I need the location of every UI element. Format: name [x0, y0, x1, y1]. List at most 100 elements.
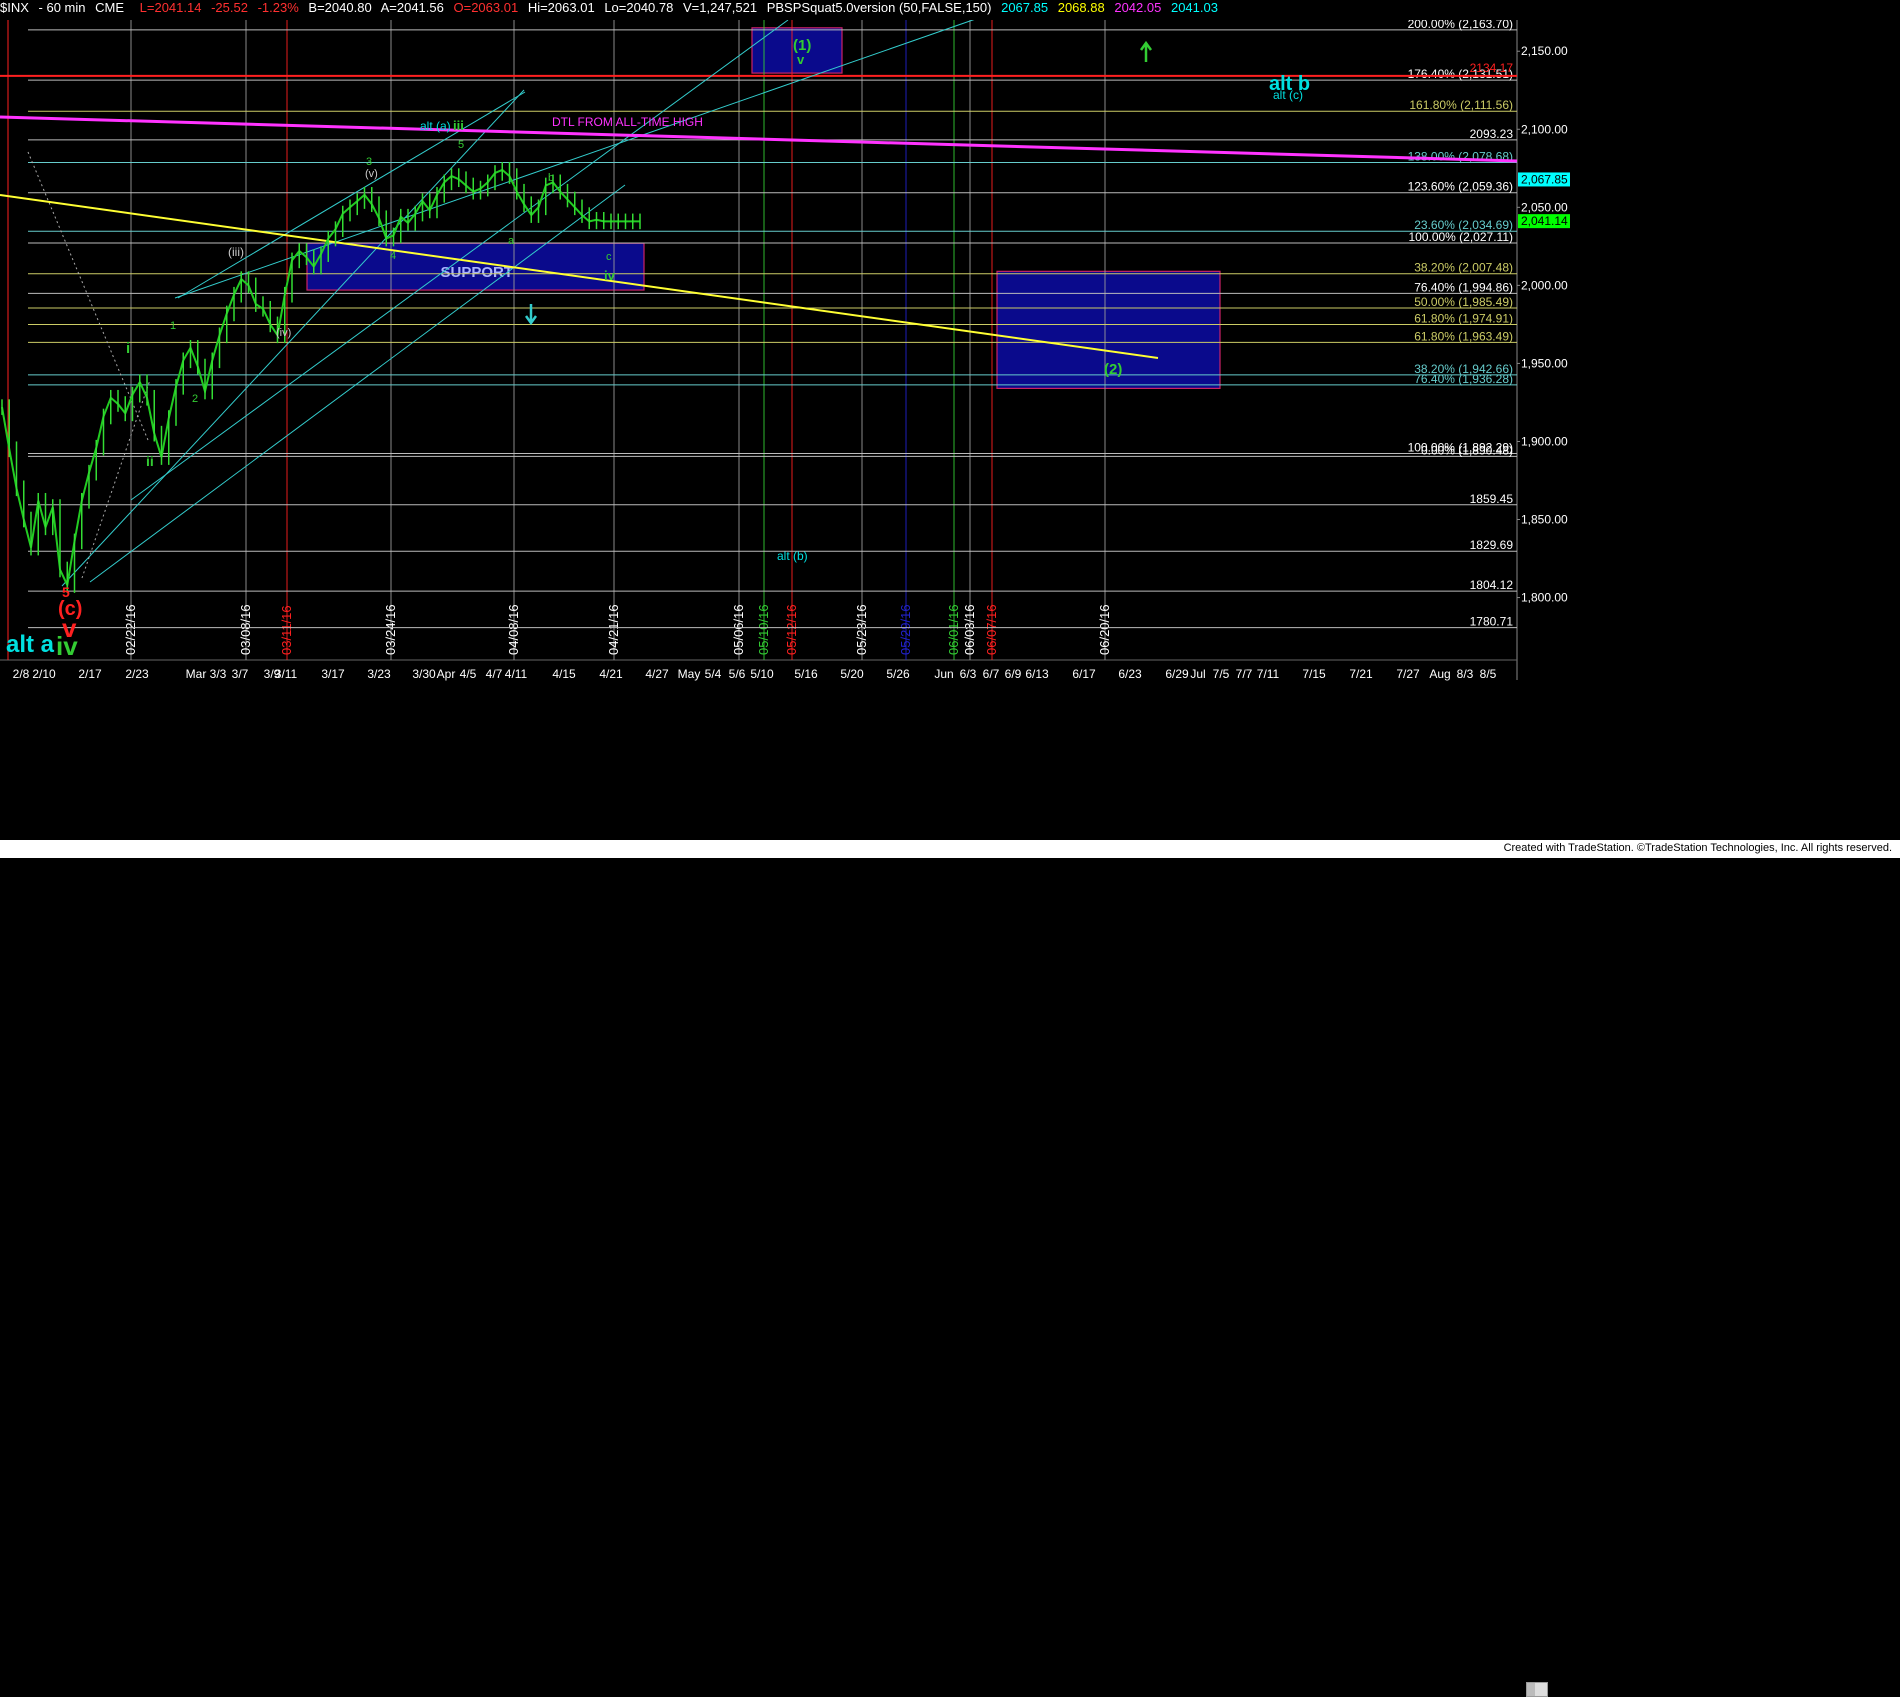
indicator-name: PBSPSquat5.0version (50,FALSE,150) — [766, 0, 992, 15]
indicator-value-2: 2068.88 — [1057, 0, 1105, 15]
wave-label: 5 — [458, 139, 464, 151]
fib-level-label: 61.80% (1,963.49) — [1414, 329, 1513, 343]
red-level-label: 2134.17 — [1470, 61, 1514, 75]
price-change-pct: -1.23% — [257, 0, 299, 15]
open-price: O=2063.01 — [453, 0, 519, 15]
x-axis-date-label: 6/3 — [960, 667, 977, 681]
y-tick-label: 1,800.00 — [1521, 591, 1568, 605]
wave-label: i — [126, 340, 130, 357]
x-axis-date-label: Jul — [1190, 667, 1205, 681]
fib-level-label: 0.00% (1,890.48) — [1421, 443, 1513, 457]
indicator-value-1: 2067.85 — [1001, 0, 1049, 15]
wave-label: iii — [453, 118, 464, 133]
vertical-date-label: 03/08/16 — [238, 604, 253, 655]
x-axis-date-label: 3/11 — [275, 667, 298, 681]
x-axis-date-label: 2/17 — [78, 667, 102, 681]
footer-credit: Created with TradeStation. ©TradeStation… — [1503, 842, 1892, 854]
fib-level-label: 38.20% (2,007.48) — [1414, 261, 1513, 275]
x-axis-date-label: 8/3 — [1457, 667, 1474, 681]
horizontal-scrollbar[interactable] — [1526, 1682, 1548, 1697]
x-axis-date-label: May — [678, 667, 701, 681]
x-axis-date-label: 2/8 — [13, 667, 30, 681]
vertical-date-label: 06/01/16 — [946, 604, 961, 655]
fib-level-label: 76.40% (1,936.28) — [1414, 372, 1513, 386]
high-price: Hi=2063.01 — [527, 0, 595, 15]
scrollbar-thumb[interactable] — [1527, 1683, 1535, 1696]
x-axis-date-label: 2/10 — [32, 667, 56, 681]
wave-label: 1 — [170, 320, 176, 332]
vertical-date-label: 06/07/16 — [984, 604, 999, 655]
fib-level-label: 161.80% (2,111.56) — [1409, 98, 1513, 112]
x-axis-date-label: 6/23 — [1118, 667, 1142, 681]
vertical-date-label: 04/08/16 — [506, 604, 521, 655]
x-axis-date-label: 4/27 — [645, 667, 669, 681]
price-change: -25.52 — [211, 0, 248, 15]
ask-price: A=2041.56 — [380, 0, 444, 15]
y-tick-label: 2,150.00 — [1521, 44, 1568, 58]
wave-label: alt (b) — [777, 549, 808, 563]
wave-label: a — [508, 235, 515, 247]
x-axis-date-label: 4/15 — [552, 667, 576, 681]
wave-label: 2 — [192, 393, 198, 405]
bid-price: B=2040.80 — [308, 0, 372, 15]
x-axis-date-label: 5/16 — [794, 667, 818, 681]
symbol-label[interactable]: $INX - 60 min CME — [0, 0, 130, 15]
x-axis-date-label: 6/9 — [1005, 667, 1022, 681]
fib-level-label: 1804.12 — [1470, 578, 1514, 592]
current-price-label: 2,041.14 — [1521, 214, 1568, 228]
x-axis-date-label: 7/7 — [1236, 667, 1253, 681]
vertical-date-label: 03/11/16 — [279, 605, 294, 655]
x-axis-date-label: Aug — [1429, 667, 1450, 681]
vertical-date-label: 05/10/16 — [756, 604, 771, 655]
x-axis-date-label: 8/5 — [1480, 667, 1497, 681]
x-axis-date-label: 5/6 — [729, 667, 746, 681]
fib-level-label: 76.40% (1,994.86) — [1414, 280, 1513, 294]
x-axis-date-label: 7/5 — [1213, 667, 1230, 681]
x-axis-date-label: 7/15 — [1302, 667, 1326, 681]
x-axis-date-label: 4/11 — [505, 667, 528, 681]
x-axis-date-label: 5/4 — [705, 667, 722, 681]
x-axis-date-label: 3/23 — [367, 667, 391, 681]
wave-label: ii — [146, 453, 154, 469]
fib-level-label: 50.00% (1,985.49) — [1414, 295, 1513, 309]
wave-label: 3 — [366, 156, 372, 168]
footer-bar: Created with TradeStation. ©TradeStation… — [0, 840, 1900, 1697]
vertical-date-label: 06/03/16 — [962, 604, 977, 655]
x-axis-date-label: Mar — [186, 667, 207, 681]
vertical-date-label: 02/22/16 — [123, 604, 138, 655]
y-tick-label: 1,850.00 — [1521, 513, 1568, 527]
x-axis-date-label: 6/29 — [1165, 667, 1189, 681]
x-axis-date-label: 7/11 — [1257, 667, 1280, 681]
wave-label: v — [797, 52, 805, 67]
x-axis-date-label: 5/10 — [750, 667, 774, 681]
vertical-date-label: 04/21/16 — [606, 604, 621, 655]
indicator-value-4: 2041.03 — [1170, 0, 1218, 15]
x-axis-date-label: 6/13 — [1025, 667, 1049, 681]
vertical-date-label: 03/24/16 — [383, 604, 398, 655]
low-price: Lo=2040.78 — [604, 0, 674, 15]
x-axis-date-label: 5/20 — [840, 667, 864, 681]
x-axis-date-label: 6/17 — [1072, 667, 1096, 681]
wave-label: (v) — [365, 168, 378, 180]
wave-label: (iv) — [276, 327, 291, 339]
fib-level-label: 1829.69 — [1470, 538, 1514, 552]
wave-label: alt a — [6, 631, 55, 658]
x-axis-date-label: 2/23 — [125, 667, 149, 681]
fib-level-label: 2093.23 — [1470, 127, 1514, 141]
chart-canvas[interactable]: SUPPORT02/22/16 03/08/16 03/11/16 03/24/16 0… — [0, 0, 1900, 858]
current-price-label: 2,067.85 — [1521, 172, 1568, 186]
x-axis-date-label: 3/3 — [210, 667, 227, 681]
last-price: L=2041.14 — [139, 0, 202, 15]
y-tick-label: 2,050.00 — [1521, 200, 1568, 214]
indicator-value-3: 2042.05 — [1114, 0, 1162, 15]
volume: V=1,247,521 — [682, 0, 758, 15]
vertical-date-label: 05/29/16 — [898, 604, 913, 655]
x-axis-date-label: 3/7 — [232, 667, 249, 681]
vertical-date-label: 05/12/16 — [784, 604, 799, 655]
x-axis-date-label: 6/7 — [983, 667, 1000, 681]
x-axis-date-label: Apr — [437, 667, 456, 681]
x-axis-date-label: 5/26 — [886, 667, 910, 681]
plot-area — [0, 20, 1517, 660]
wave-label: iv — [56, 631, 78, 661]
x-axis-date-label: 4/5 — [460, 667, 477, 681]
